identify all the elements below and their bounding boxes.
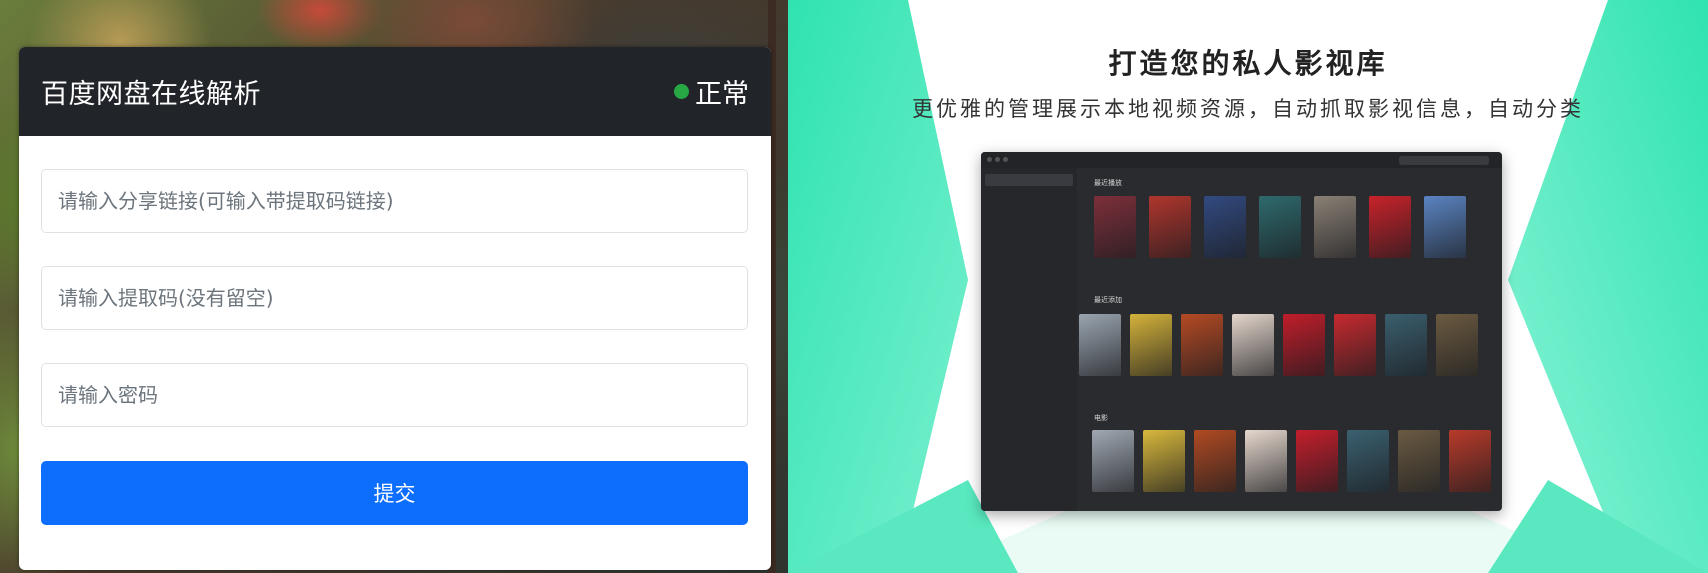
section-recent-played: 最近播放 — [1094, 179, 1122, 187]
movie-poster — [1347, 430, 1389, 492]
window-dot-icon — [987, 157, 992, 162]
movie-poster — [1283, 314, 1325, 376]
section-movies: 电影 — [1094, 414, 1108, 422]
extract-code-input[interactable] — [41, 266, 748, 330]
movie-poster — [1296, 430, 1338, 492]
movie-poster — [1369, 196, 1411, 258]
movie-poster — [1143, 430, 1185, 492]
status-indicator: 正常 — [674, 72, 749, 111]
movie-poster — [1130, 314, 1172, 376]
movie-poster — [1181, 314, 1223, 376]
movie-poster — [1424, 196, 1466, 258]
parse-card: 百度网盘在线解析 正常 提交 — [19, 47, 771, 570]
submit-button[interactable]: 提交 — [41, 461, 748, 525]
card-title: 百度网盘在线解析 — [41, 79, 261, 110]
movie-poster — [1079, 314, 1121, 376]
share-link-input[interactable] — [41, 169, 748, 233]
movie-poster — [1314, 196, 1356, 258]
movie-poster — [1092, 430, 1134, 492]
movie-poster — [1398, 430, 1440, 492]
promo-subtitle: 更优雅的管理展示本地视频资源，自动抓取影视信息，自动分类 — [912, 97, 1584, 121]
movie-poster — [1449, 430, 1491, 492]
movie-poster — [1194, 430, 1236, 492]
movie-poster — [1149, 196, 1191, 258]
window-dot-icon — [995, 157, 1000, 162]
app-titlebar — [981, 152, 1502, 168]
promo-banner: 打造您的私人影视库 更优雅的管理展示本地视频资源，自动抓取影视信息，自动分类 最… — [788, 0, 1708, 573]
app-screenshot: 最近播放 最近添加 电影 — [981, 152, 1502, 511]
movie-poster — [1436, 314, 1478, 376]
movie-poster — [1245, 430, 1287, 492]
promo-title: 打造您的私人影视库 — [1108, 47, 1388, 80]
movie-poster — [1204, 196, 1246, 258]
sidebar-active-item — [985, 174, 1073, 186]
movie-poster — [1259, 196, 1301, 258]
movie-poster — [1334, 314, 1376, 376]
password-input[interactable] — [41, 363, 748, 427]
card-header: 百度网盘在线解析 正常 — [19, 47, 771, 136]
status-dot-icon — [674, 84, 689, 99]
app-sidebar — [981, 168, 1077, 511]
movie-poster — [1232, 314, 1274, 376]
window-dot-icon — [1003, 157, 1008, 162]
movie-poster — [1385, 314, 1427, 376]
section-recent-added: 最近添加 — [1094, 296, 1122, 304]
app-search-box — [1399, 156, 1489, 165]
movie-poster — [1094, 196, 1136, 258]
status-label: 正常 — [695, 79, 749, 110]
